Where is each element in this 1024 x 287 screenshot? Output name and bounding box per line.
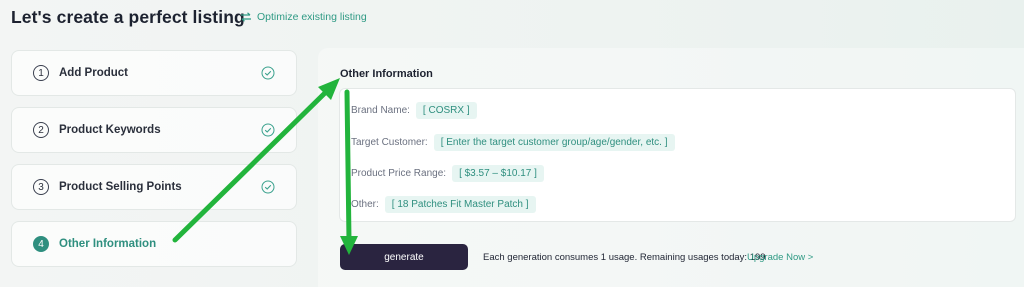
price-range-row: Product Price Range: [ $3.57 – $10.17 ] xyxy=(351,163,544,183)
other-field[interactable]: [ 18 Patches Fit Master Patch ] xyxy=(384,195,536,213)
step-number: 1 xyxy=(33,65,49,81)
annotation-arrow-diagonal xyxy=(172,78,340,243)
brand-name-field[interactable]: [ COSRX ] xyxy=(415,101,477,119)
usage-info-text: Each generation consumes 1 usage. Remain… xyxy=(483,252,766,263)
step-label: Product Keywords xyxy=(59,124,161,136)
step-number: 3 xyxy=(33,179,49,195)
field-label: Other: xyxy=(351,198,379,210)
target-customer-row: Target Customer: [ Enter the target cust… xyxy=(351,132,675,152)
check-circle-icon xyxy=(261,180,275,194)
field-label: Brand Name: xyxy=(351,104,410,116)
brand-name-row: Brand Name: [ COSRX ] xyxy=(351,100,477,120)
target-customer-field[interactable]: [ Enter the target customer group/age/ge… xyxy=(433,133,675,151)
step-label: Add Product xyxy=(59,67,128,79)
upgrade-now-link[interactable]: Upgrade Now > xyxy=(747,252,813,263)
panel-title: Other Information xyxy=(340,68,433,80)
step-number: 2 xyxy=(33,122,49,138)
step-label: Product Selling Points xyxy=(59,181,182,193)
step-add-product[interactable]: 1 Add Product xyxy=(11,50,297,96)
step-number: 4 xyxy=(33,236,49,252)
check-circle-icon xyxy=(261,123,275,137)
step-other-information[interactable]: 4 Other Information xyxy=(11,221,297,267)
step-product-selling-points[interactable]: 3 Product Selling Points xyxy=(11,164,297,210)
step-product-keywords[interactable]: 2 Product Keywords xyxy=(11,107,297,153)
page-title: Let's create a perfect listing xyxy=(11,7,245,27)
swap-arrows-icon xyxy=(241,12,251,22)
optimize-existing-listing-link[interactable]: Optimize existing listing xyxy=(240,11,367,23)
check-circle-icon xyxy=(261,66,275,80)
field-label: Product Price Range: xyxy=(351,167,447,179)
step-label: Other Information xyxy=(59,238,157,250)
generate-button[interactable]: generate xyxy=(340,244,468,270)
optimize-link-label: Optimize existing listing xyxy=(257,11,367,23)
other-row: Other: [ 18 Patches Fit Master Patch ] xyxy=(351,194,536,214)
price-range-field[interactable]: [ $3.57 – $10.17 ] xyxy=(452,164,544,182)
field-label: Target Customer: xyxy=(351,136,428,148)
